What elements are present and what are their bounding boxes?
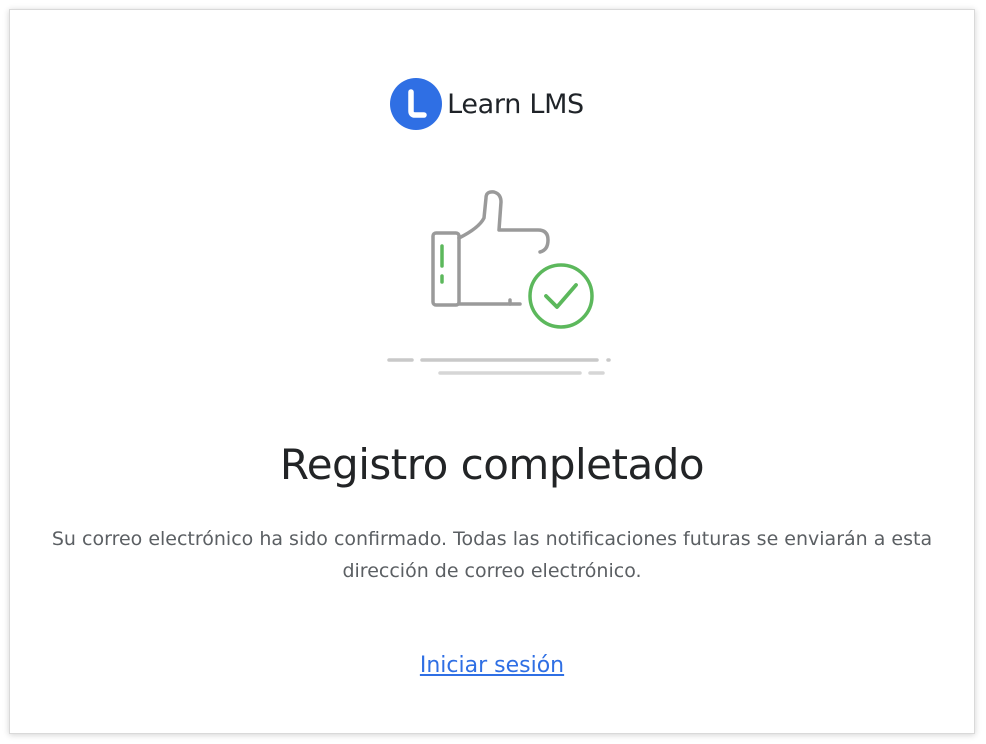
confirmation-message: Su correo electrónico ha sido confirmado… xyxy=(51,528,933,582)
login-link[interactable]: Iniciar sesión xyxy=(10,653,974,678)
thumbs-up-check-icon xyxy=(380,188,616,382)
confirmation-card: Learn LMS Registro completado Su correo … xyxy=(9,9,975,734)
learn-lms-logo-icon xyxy=(390,78,443,130)
page-title: Registro completado xyxy=(279,440,705,489)
brand-header: Learn LMS xyxy=(10,78,974,130)
brand-name: Learn LMS xyxy=(447,88,584,120)
